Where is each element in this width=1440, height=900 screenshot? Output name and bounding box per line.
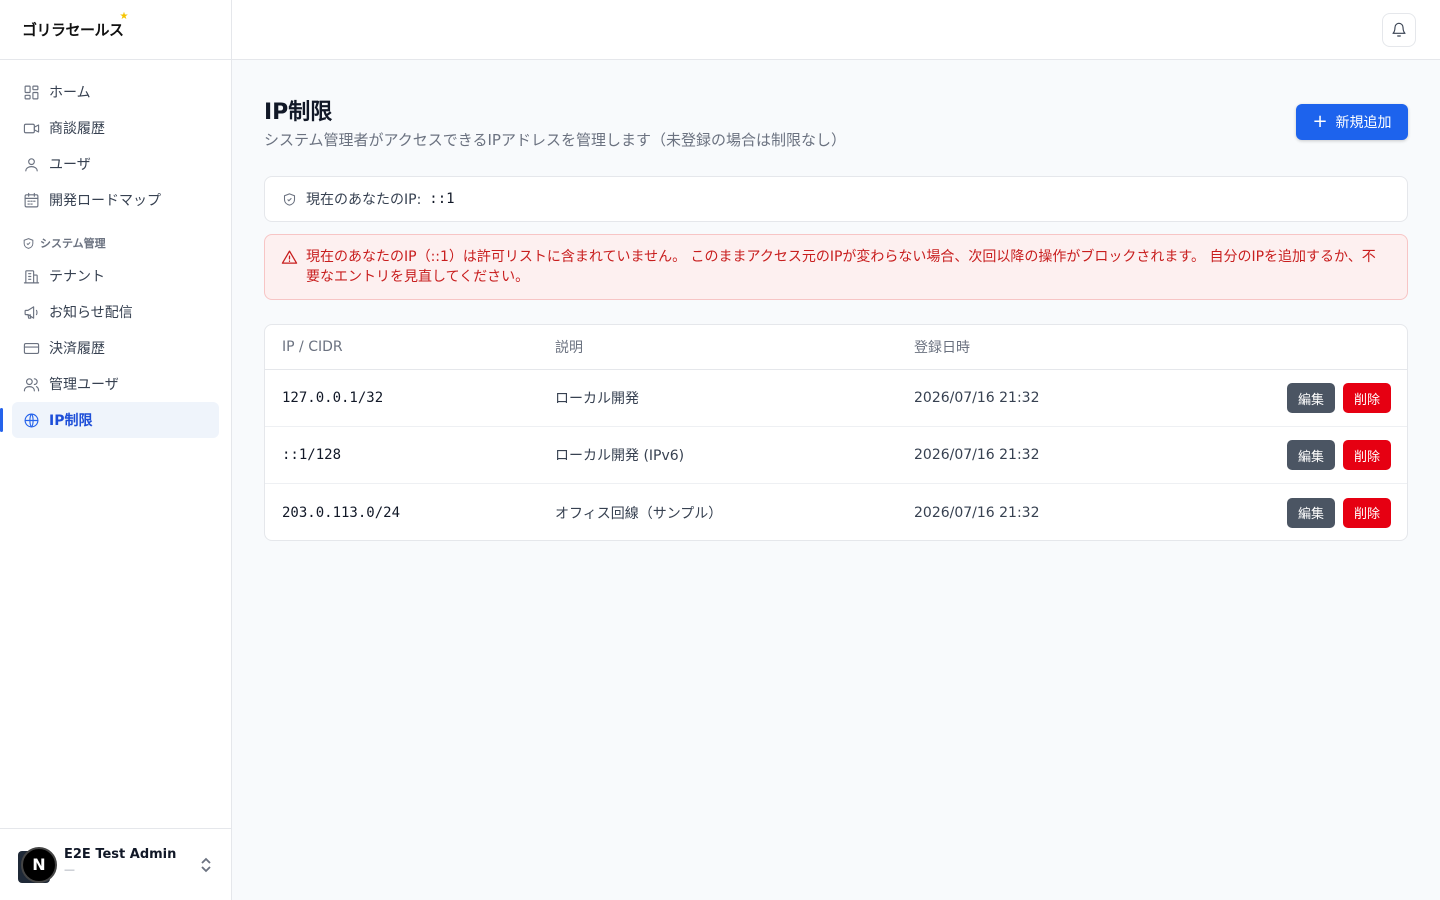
table-row: 127.0.0.1/32 ローカル開発 2026/07/16 21:32 編集 …	[265, 370, 1407, 427]
delete-button[interactable]: 削除	[1343, 383, 1391, 413]
sidebar-item-label: お知らせ配信	[49, 305, 133, 321]
cell-description: ローカル開発 (IPv6)	[555, 448, 685, 464]
user-subtitle: —	[64, 863, 75, 876]
add-new-label: 新規追加	[1335, 115, 1392, 131]
alert-text: 現在のあなたのIP（::1）は許可リストに含まれていません。 このままアクセス元…	[306, 249, 1376, 285]
video-icon	[22, 119, 40, 137]
cell-description: ローカル開発	[555, 391, 639, 407]
sidebar-item-label: テナント	[49, 269, 105, 285]
sidebar-item-announcements[interactable]: お知らせ配信	[12, 294, 219, 330]
users-icon	[22, 375, 40, 393]
sidebar-item-label: 決済履歴	[49, 341, 105, 357]
top-bar	[232, 0, 1440, 60]
star-icon: ★	[119, 11, 129, 22]
sidebar-item-home[interactable]: ホーム	[12, 74, 219, 110]
dashboard-icon	[22, 83, 40, 101]
cell-ip: 127.0.0.1/32	[282, 390, 384, 406]
current-ip-value: ::1	[429, 191, 455, 207]
app-logo[interactable]: ゴリラセールス ★	[22, 12, 128, 40]
column-header-description: 説明	[555, 340, 583, 356]
sidebar-item-tenants[interactable]: テナント	[12, 258, 219, 294]
section-label: システム管理	[40, 237, 106, 250]
notifications-button[interactable]	[1382, 13, 1416, 47]
table-row: ::1/128 ローカル開発 (IPv6) 2026/07/16 21:32 編…	[265, 427, 1407, 484]
edit-button[interactable]: 編集	[1287, 383, 1335, 413]
sidebar-item-payments[interactable]: 決済履歴	[12, 330, 219, 366]
user-menu[interactable]: N E2E Test Admin —	[0, 828, 231, 900]
sidebar-nav: ホーム 商談履歴 ユーザ 開発ロードマップ システム管理 テナント お知らせ配信	[0, 60, 231, 438]
page-title: IP制限	[264, 100, 333, 125]
table-header: IP / CIDR 説明 登録日時	[265, 325, 1407, 370]
sidebar-item-users[interactable]: ユーザ	[12, 146, 219, 182]
building-icon	[22, 267, 40, 285]
warning-alert: 現在のあなたのIP（::1）は許可リストに含まれていません。 このままアクセス元…	[264, 234, 1408, 300]
add-new-button[interactable]: + 新規追加	[1296, 104, 1408, 140]
logo-text: ゴリラセールス	[22, 21, 124, 39]
chevron-up-down-icon[interactable]	[199, 857, 213, 873]
sidebar-item-label: 開発ロードマップ	[49, 193, 161, 209]
user-name: E2E Test Admin	[64, 847, 177, 862]
column-header-date: 登録日時	[914, 340, 970, 356]
calendar-icon	[22, 191, 40, 209]
ip-table: IP / CIDR 説明 登録日時 127.0.0.1/32 ローカル開発 20…	[264, 324, 1408, 541]
delete-button[interactable]: 削除	[1343, 440, 1391, 470]
sidebar-section-system-admin: システム管理	[12, 228, 219, 258]
column-header-ip: IP / CIDR	[282, 339, 343, 355]
cell-ip: ::1/128	[282, 447, 342, 463]
logo-area: ゴリラセールス ★	[0, 0, 231, 60]
cell-ip: 203.0.113.0/24	[282, 504, 401, 521]
megaphone-icon	[22, 303, 40, 321]
sidebar: ゴリラセールス ★ ホーム 商談履歴 ユーザ 開発ロードマップ システム管理 テナ…	[0, 0, 232, 900]
sidebar-item-label: ユーザ	[49, 157, 91, 173]
edit-button[interactable]: 編集	[1287, 440, 1335, 470]
cell-description: オフィス回線（サンプル）	[555, 505, 723, 522]
sidebar-item-label: 商談履歴	[49, 121, 105, 137]
sidebar-item-ip-restriction[interactable]: IP制限	[0, 402, 219, 438]
avatar: N	[18, 846, 57, 883]
avatar-letter: N	[21, 846, 57, 883]
shield-check-icon	[283, 192, 296, 206]
sidebar-item-meetings[interactable]: 商談履歴	[12, 110, 219, 146]
current-ip-label: 現在のあなたのIP:	[306, 192, 422, 208]
plus-icon: +	[1312, 111, 1328, 132]
table-row: 203.0.113.0/24 オフィス回線（サンプル） 2026/07/16 2…	[265, 484, 1407, 540]
sidebar-item-admin-users[interactable]: 管理ユーザ	[12, 366, 219, 402]
shield-check-icon	[23, 237, 34, 249]
sidebar-item-label: 管理ユーザ	[49, 377, 119, 393]
user-icon	[22, 155, 40, 173]
page-subtitle: システム管理者がアクセスできるIPアドレスを管理します（未登録の場合は制限なし）	[264, 131, 846, 149]
delete-button[interactable]: 削除	[1343, 497, 1391, 528]
globe-icon	[22, 411, 40, 429]
cell-date: 2026/07/16 21:32	[914, 447, 1040, 463]
credit-card-icon	[22, 339, 40, 357]
cell-date: 2026/07/16 21:32	[914, 390, 1040, 406]
current-ip-box: 現在のあなたのIP: ::1	[264, 176, 1408, 222]
cell-date: 2026/07/16 21:32	[914, 504, 1040, 521]
warning-triangle-icon	[281, 250, 298, 264]
sidebar-item-roadmap[interactable]: 開発ロードマップ	[12, 182, 219, 218]
bell-icon	[1392, 22, 1406, 37]
edit-button[interactable]: 編集	[1287, 497, 1335, 528]
sidebar-item-label: IP制限	[49, 413, 93, 429]
sidebar-item-label: ホーム	[49, 85, 91, 101]
